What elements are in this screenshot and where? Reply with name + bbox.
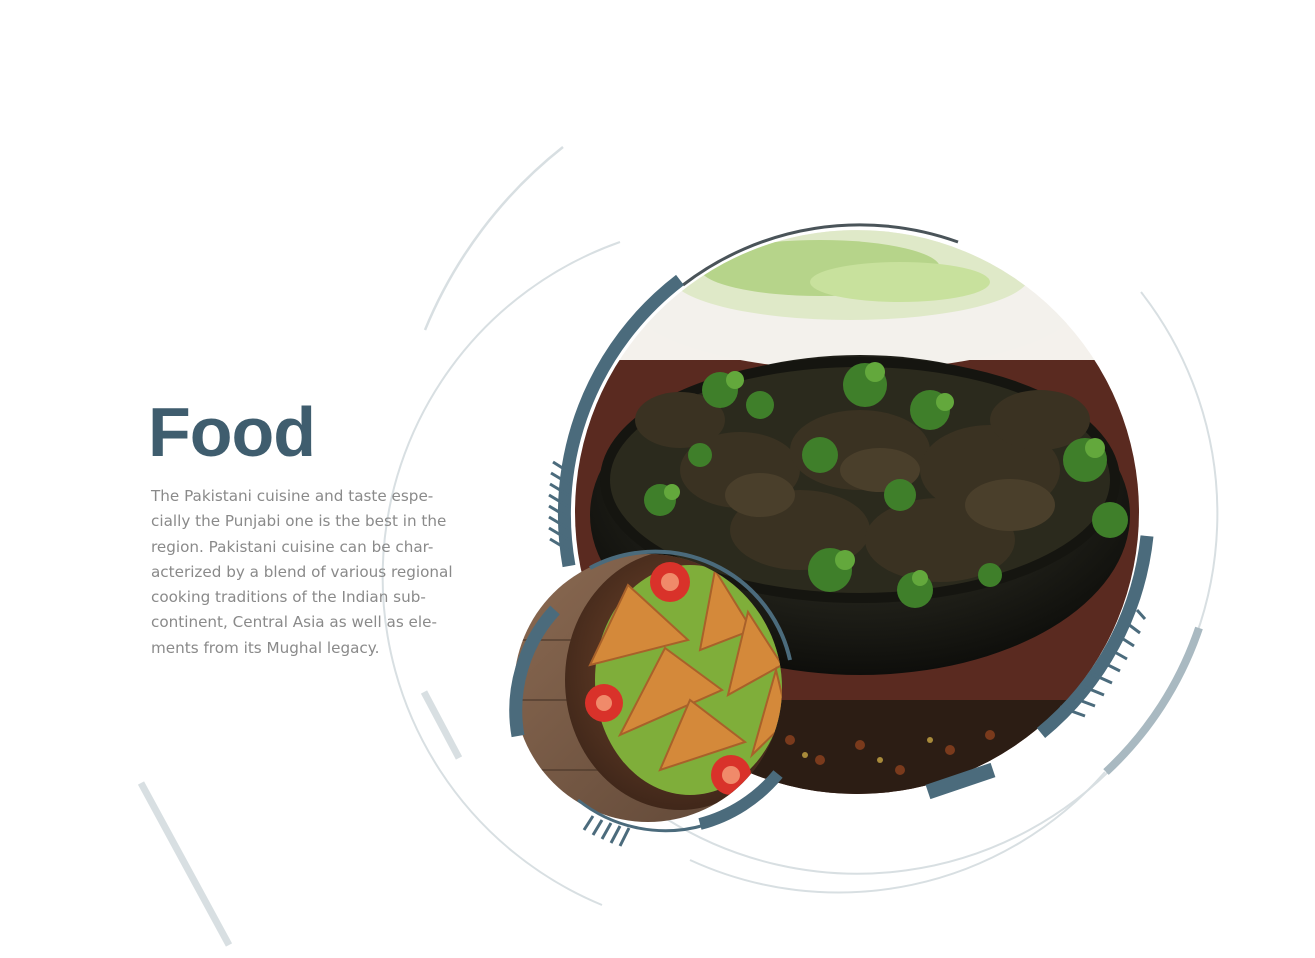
page-title: Food bbox=[148, 393, 316, 471]
description-line: ments from its Mughal legacy. bbox=[151, 638, 380, 657]
description-line: continent, Central Asia as well as ele- bbox=[151, 613, 437, 632]
description-line: The Pakistani cuisine and taste espe- bbox=[151, 487, 434, 505]
hatch-marks-bottom bbox=[582, 815, 631, 847]
description-text: The Pakistani cuisine and taste espe- ci… bbox=[151, 484, 481, 661]
description-line: cially the Punjabi one is the best in th… bbox=[151, 512, 447, 531]
description-line: cooking traditions of the Indian sub- bbox=[151, 588, 426, 607]
description-line: acterized by a blend of various regional bbox=[151, 562, 453, 581]
description-line: region. Pakistani cuisine can be char- bbox=[151, 537, 434, 556]
decorative-graphics bbox=[137, 146, 1219, 947]
